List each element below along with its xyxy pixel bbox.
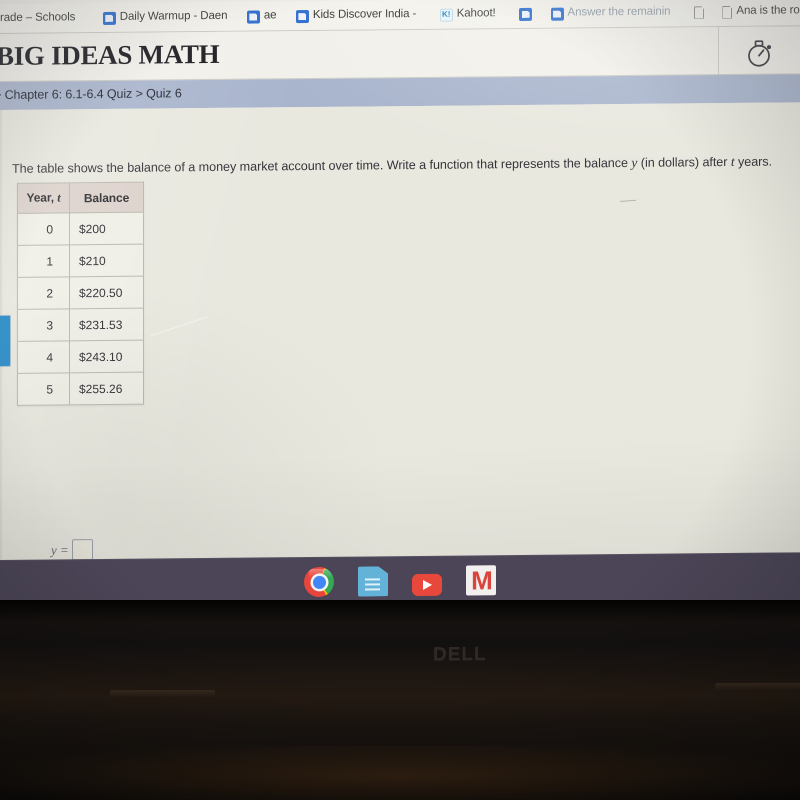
balance-table: Year, t Balance 0 $200 1 $210 2 $220.50 … (17, 181, 144, 406)
docs-icon (550, 7, 564, 21)
brand-logo[interactable]: BIG IDEAS MATH (0, 39, 219, 72)
laptop-body: DELL (0, 600, 800, 800)
youtube-icon[interactable] (412, 573, 442, 597)
bookmark-label: Kids Discover India - (312, 8, 417, 22)
table-header-row: Year, t Balance (17, 182, 144, 214)
table-row: 1 $210 (17, 244, 144, 278)
chrome-icon[interactable] (304, 566, 334, 598)
cell-year: 0 (17, 212, 70, 246)
bookmark-item[interactable] (509, 0, 540, 29)
bookmark-item[interactable]: ae (241, 1, 286, 31)
timer-panel[interactable] (718, 26, 800, 76)
site-header: BIG IDEAS MATH (0, 26, 800, 82)
year-label: Year, (26, 190, 55, 205)
hinge-vent (715, 683, 800, 690)
year-variable: t (57, 190, 61, 205)
dell-logo: DELL (433, 643, 487, 666)
bookmark-item[interactable]: Daily Warmup - Daen (89, 2, 237, 33)
side-tool-tab[interactable] (0, 314, 11, 368)
cell-balance: $231.53 (69, 308, 144, 341)
gmail-icon[interactable] (466, 565, 496, 596)
table-row: 3 $231.53 (17, 308, 144, 342)
column-header-year: Year, t (17, 182, 70, 214)
table-body: 0 $200 1 $210 2 $220.50 3 $231.53 4 $243… (17, 212, 144, 406)
table-row: 2 $220.50 (17, 276, 144, 310)
question-part-1: The table shows the balance of a money m… (12, 155, 632, 176)
table-row: 0 $200 (17, 212, 144, 246)
cell-balance: $210 (69, 244, 144, 277)
quiz-content-area: The table shows the balance of a money m… (0, 102, 800, 562)
bookmark-label: Ana is the root-w (736, 4, 800, 18)
answer-row: y = (51, 539, 93, 561)
bookmark-item[interactable] (684, 0, 712, 27)
bookmark-item[interactable]: Ana is the root-w (716, 0, 800, 27)
cell-balance: $220.50 (69, 276, 144, 309)
laptop-screen: rade – Schools Daily Warmup - Daen ae Ki… (0, 0, 800, 566)
page-icon (694, 6, 704, 19)
table-row: 4 $243.10 (17, 340, 144, 374)
hinge-vent (110, 690, 215, 697)
kahoot-icon: K! (439, 8, 453, 22)
stopwatch-icon[interactable] (745, 36, 775, 68)
docs-icon (246, 10, 260, 24)
bookmark-label: rade – Schools (0, 11, 76, 25)
cell-year: 5 (17, 372, 70, 406)
bookmark-label: Answer the remainin (567, 5, 671, 19)
breadcrumb[interactable]: > Chapter 6: 6.1-6.4 Quiz > Quiz 6 (0, 86, 182, 102)
answer-label: y = (51, 541, 69, 558)
cell-balance: $243.10 (69, 340, 144, 373)
bookmark-label: Kahoot! (456, 7, 496, 20)
page-icon (722, 5, 732, 18)
bezel-shadow (0, 600, 800, 622)
bookmark-item[interactable]: Answer the remainin (545, 0, 680, 29)
cell-year: 4 (17, 340, 70, 374)
bookmark-label: Daily Warmup - Daen (119, 10, 228, 24)
cell-balance: $200 (69, 212, 144, 245)
column-header-balance: Balance (69, 182, 144, 213)
cell-balance: $255.26 (69, 372, 144, 405)
docs-icon[interactable] (358, 566, 388, 596)
cell-year: 3 (17, 308, 70, 342)
answer-input[interactable] (71, 539, 93, 561)
question-part-3: years. (734, 154, 772, 169)
bookmark-item[interactable]: Kids Discover India - (290, 0, 425, 31)
docs-icon (295, 9, 309, 23)
table-head: Year, t Balance (17, 182, 144, 214)
docs-icon (102, 11, 116, 25)
bookmark-item[interactable]: rade – Schools (0, 3, 84, 34)
cell-year: 2 (17, 276, 70, 310)
cell-year: 1 (17, 244, 70, 278)
docs-icon (519, 7, 533, 21)
table-row: 5 $255.26 (17, 372, 144, 406)
bookmark-item[interactable]: K! Kahoot! (430, 0, 505, 30)
question-text: The table shows the balance of a money m… (12, 152, 794, 177)
photograph-of-laptop-screen: rade – Schools Daily Warmup - Daen ae Ki… (0, 0, 800, 800)
bookmark-label: ae (263, 9, 277, 22)
question-part-2: (in dollars) after (637, 154, 731, 170)
